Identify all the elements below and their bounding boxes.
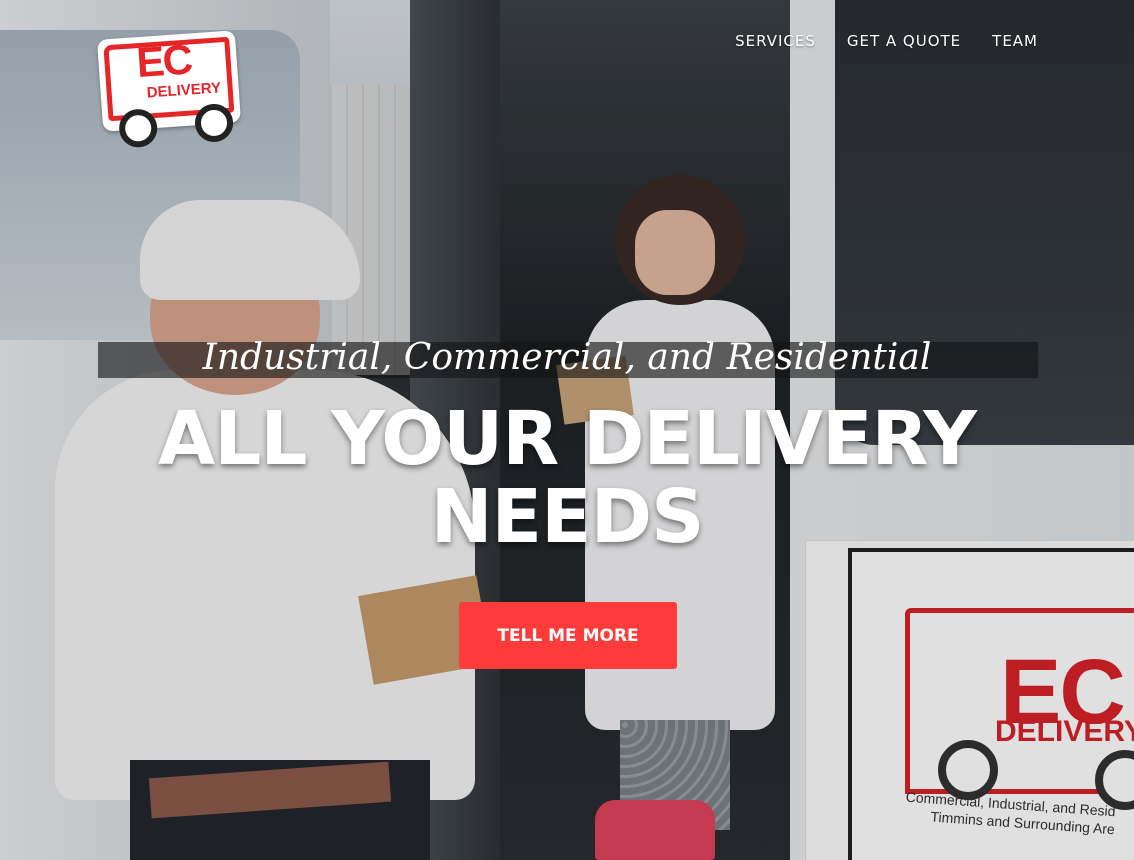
nav-link-team[interactable]: TEAM	[992, 32, 1038, 50]
hero-heading: ALL YOUR DELIVERY NEEDS	[0, 400, 1134, 556]
hero-heading-text: ALL YOUR DELIVERY NEEDS	[157, 396, 977, 560]
brand-logo[interactable]: EC DELIVERY	[96, 30, 242, 149]
logo-badge: EC DELIVERY	[96, 30, 242, 149]
nav-link-services[interactable]: SERVICES	[735, 32, 816, 50]
nav-link-get-a-quote[interactable]: GET A QUOTE	[847, 32, 961, 50]
logo-text: EC	[135, 35, 193, 87]
hero-subheading: Industrial, Commercial, and Residential	[202, 337, 932, 378]
main-nav: SERVICES GET A QUOTE TEAM	[735, 32, 1038, 50]
tell-me-more-button[interactable]: TELL ME MORE	[459, 602, 677, 669]
